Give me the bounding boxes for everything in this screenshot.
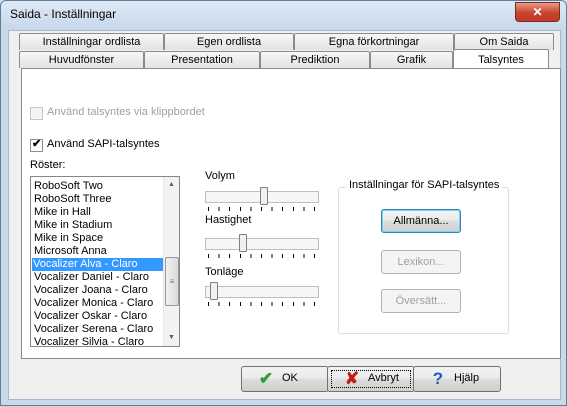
voices-listbox[interactable]: RoboSoft Two RoboSoft Three Mike in Hall… <box>30 176 180 347</box>
list-item[interactable]: Mike in Space <box>33 232 104 245</box>
volume-ticks <box>208 207 316 211</box>
tab-prediktion[interactable]: Prediktion <box>260 51 370 68</box>
speed-label: Hastighet <box>205 214 252 226</box>
scrollbar-thumb[interactable]: ≡ <box>165 257 179 306</box>
help-button[interactable]: ? Hjälp <box>413 366 501 392</box>
general-settings-button[interactable]: Allmänna... <box>381 209 461 233</box>
ok-button[interactable]: ✔ OK <box>241 366 329 392</box>
close-button[interactable]: ✕ <box>515 2 560 22</box>
pitch-slider[interactable] <box>205 282 319 306</box>
cross-icon: ✘ <box>344 369 360 388</box>
list-item[interactable]: RoboSoft Three <box>33 193 112 206</box>
list-item[interactable]: Vocalizer Joana - Claro <box>33 284 149 297</box>
scroll-down-icon[interactable]: ▼ <box>164 330 179 346</box>
speed-track <box>205 238 319 250</box>
tab-egen-ordlista[interactable]: Egen ordlista <box>164 33 294 50</box>
sapi-settings-label: Inställningar för SAPI-talsyntes <box>346 179 503 191</box>
lexicon-button[interactable]: Lexikon... <box>381 250 461 274</box>
tab-egna-forkortningar[interactable]: Egna förkortningar <box>294 33 454 50</box>
settings-window: Saida - Inställningar ✕ Inställningar or… <box>0 0 567 406</box>
voices-label: Röster: <box>30 159 66 171</box>
tab-installningar-ordlista[interactable]: Inställningar ordlista <box>19 33 164 50</box>
scroll-up-icon[interactable]: ▲ <box>164 177 179 193</box>
tab-presentation[interactable]: Presentation <box>144 51 260 68</box>
list-item[interactable]: RoboSoft Two <box>33 180 104 193</box>
translate-button[interactable]: Översätt... <box>381 289 461 313</box>
cancel-button[interactable]: ✘ Avbryt <box>327 366 415 392</box>
title-bar[interactable]: Saida - Inställningar ✕ <box>1 1 566 29</box>
tab-grafik[interactable]: Grafik <box>370 51 453 68</box>
list-item[interactable]: Vocalizer Serena - Claro <box>33 323 154 336</box>
sapi-tts-label: Använd SAPI-talsyntes <box>47 138 160 150</box>
pitch-track <box>205 286 319 298</box>
pitch-ticks <box>208 302 316 306</box>
window-title: Saida - Inställningar <box>10 7 117 21</box>
pitch-label: Tonläge <box>205 266 244 278</box>
volume-thumb[interactable] <box>260 187 268 205</box>
speed-thumb[interactable] <box>239 234 247 252</box>
tab-huvudfonster[interactable]: Huvudfönster <box>19 51 144 68</box>
help-label: Hjälp <box>454 372 480 384</box>
tab-om-saida[interactable]: Om Saida <box>454 33 554 50</box>
checkmark-icon: ✔ <box>258 369 274 388</box>
clipboard-tts-checkbox[interactable] <box>30 107 43 120</box>
speed-ticks <box>208 254 316 258</box>
list-item[interactable]: Vocalizer Oskar - Claro <box>33 310 148 323</box>
list-item[interactable]: Mike in Hall <box>33 206 92 219</box>
ok-label: OK <box>282 372 298 384</box>
voices-scrollbar[interactable]: ▲ ≡ ▼ <box>163 177 179 346</box>
cancel-label: Avbryt <box>368 372 399 384</box>
list-item-selected[interactable]: Vocalizer Alva - Claro <box>32 258 165 271</box>
speed-slider[interactable] <box>205 234 319 258</box>
checkmark-icon: ✔ <box>32 138 42 150</box>
sapi-tts-checkbox[interactable]: ✔ <box>30 138 43 152</box>
list-item[interactable]: Microsoft Anna <box>33 245 108 258</box>
clipboard-tts-label: Använd talsyntes via klippbordet <box>47 106 205 118</box>
list-item[interactable]: Vocalizer Monica - Claro <box>33 297 154 310</box>
list-item[interactable]: Mike in Stadium <box>33 219 113 232</box>
list-item[interactable]: Vocalizer Silvia - Claro <box>33 336 145 346</box>
list-item[interactable]: Vocalizer Daniel - Claro <box>33 271 150 284</box>
volume-label: Volym <box>205 170 235 182</box>
tab-talsyntes[interactable]: Talsyntes <box>453 49 549 68</box>
pitch-thumb[interactable] <box>210 282 218 300</box>
question-mark-icon: ? <box>432 369 444 388</box>
talsyntes-panel: Använd talsyntes via klippbordet ✔ Använ… <box>21 68 561 359</box>
volume-slider[interactable] <box>205 187 319 211</box>
